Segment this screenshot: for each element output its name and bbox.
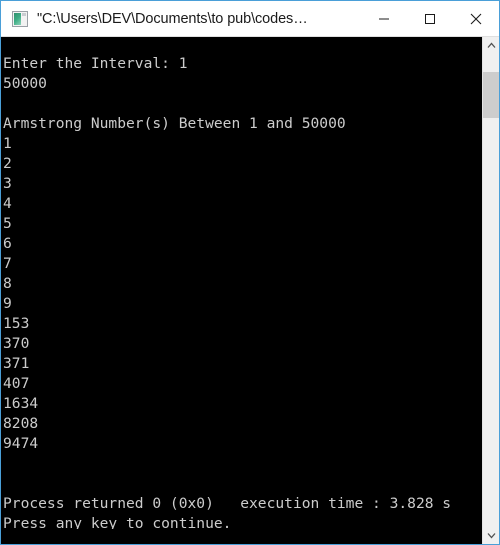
window-title: "C:\Users\DEV\Documents\to pub\codes…: [37, 10, 308, 27]
maximize-button[interactable]: [407, 1, 453, 36]
scrollbar-track[interactable]: [483, 54, 499, 527]
console-window: "C:\Users\DEV\Documents\to pub\codes… En…: [0, 0, 500, 545]
scroll-up-button[interactable]: [483, 37, 499, 54]
close-button[interactable]: [453, 1, 499, 36]
console-app-icon: [12, 10, 28, 27]
chevron-down-icon: [487, 533, 495, 539]
chevron-up-icon: [487, 42, 495, 48]
close-icon: [470, 13, 482, 24]
minimize-button[interactable]: [361, 1, 407, 36]
scroll-down-button[interactable]: [483, 527, 499, 544]
maximize-icon: [425, 13, 435, 24]
scrollbar-thumb[interactable]: [483, 72, 499, 118]
console-text: Enter the Interval: 1 50000 Armstrong Nu…: [3, 54, 452, 530]
window-controls: [361, 1, 499, 36]
vertical-scrollbar[interactable]: [482, 37, 499, 544]
titlebar[interactable]: "C:\Users\DEV\Documents\to pub\codes…: [1, 1, 499, 37]
console-output-area[interactable]: Enter the Interval: 1 50000 Armstrong Nu…: [1, 37, 499, 544]
minimize-icon: [379, 18, 389, 19]
